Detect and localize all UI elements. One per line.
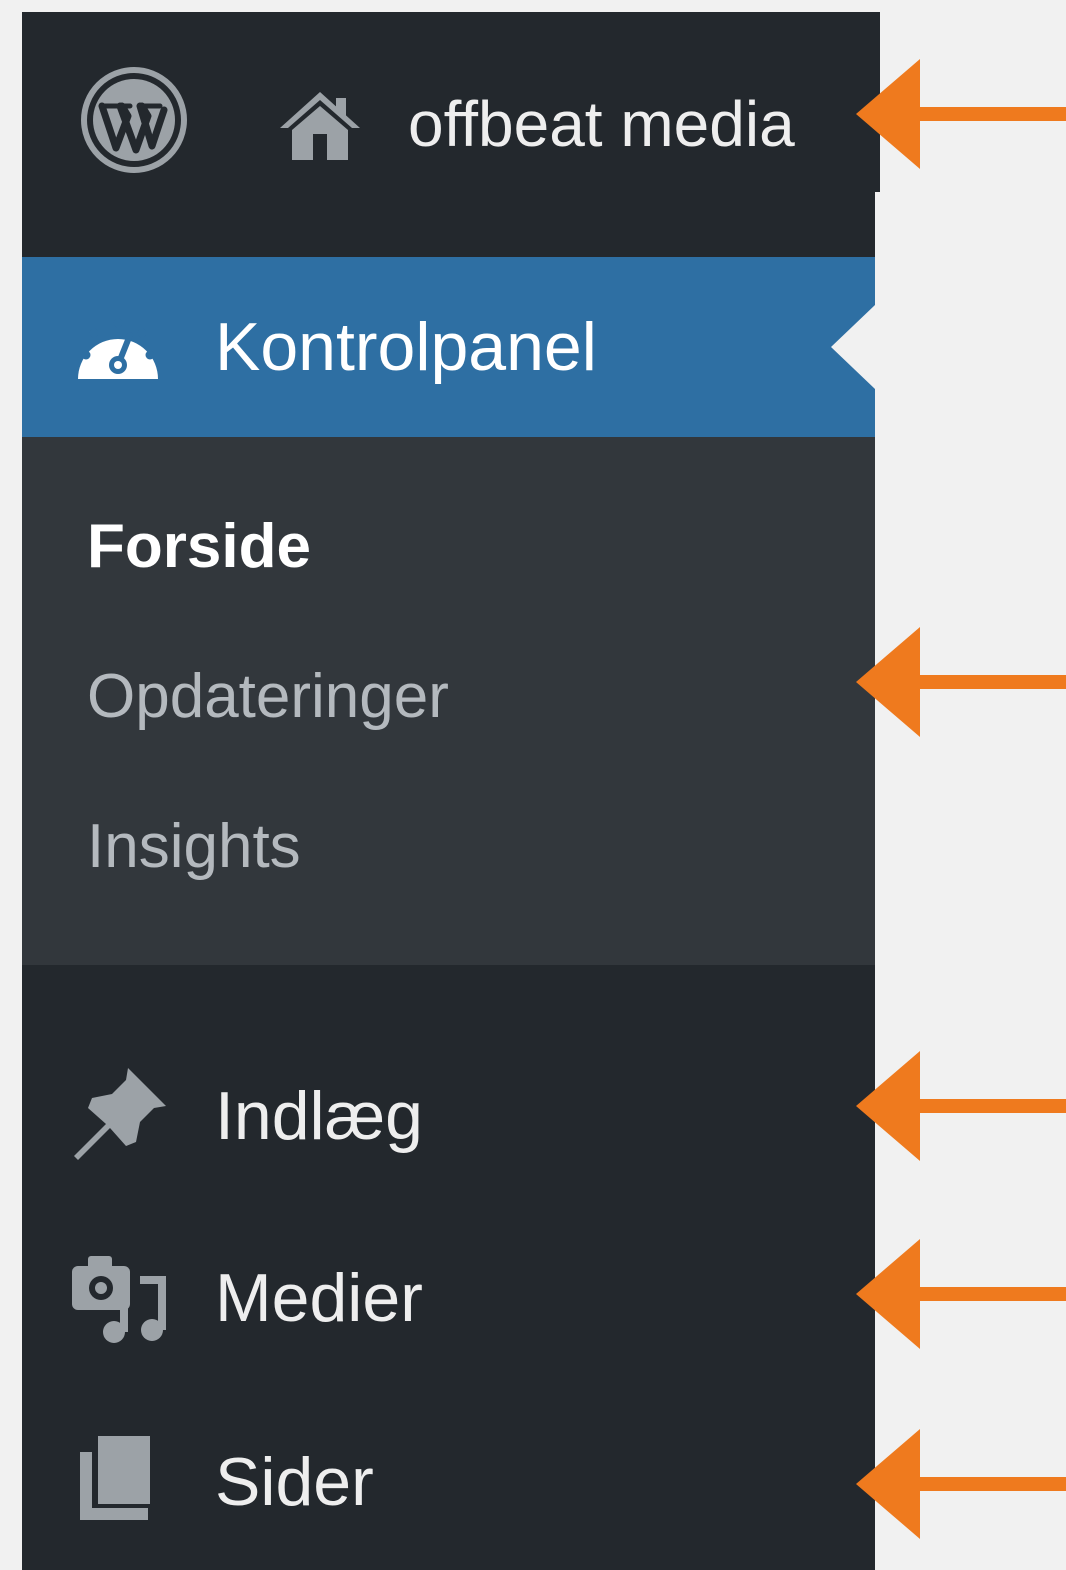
admin-side-menu: Kontrolpanel Forside Opdateringer Insigh… (22, 192, 875, 1570)
submenu-item-opdateringer[interactable]: Opdateringer (87, 659, 449, 735)
menu-item-posts-label: Indlæg (215, 1078, 423, 1154)
submenu-item-forside[interactable]: Forside (87, 509, 311, 585)
menu-item-dashboard[interactable]: Kontrolpanel (22, 257, 875, 437)
dashboard-gauge-icon (78, 318, 158, 379)
media-camera-music-icon (72, 1256, 166, 1343)
dashboard-submenu: Forside Opdateringer Insights (22, 437, 875, 965)
arrow-left-icon (856, 59, 1066, 169)
menu-item-media-label: Medier (215, 1260, 423, 1336)
arrow-left-icon (856, 1429, 1066, 1539)
home-icon[interactable] (278, 88, 362, 162)
menu-item-posts[interactable]: Indlæg (22, 1042, 875, 1192)
current-item-indicator (831, 305, 875, 389)
wordpress-logo-icon[interactable] (80, 66, 188, 174)
site-name-link[interactable]: offbeat media (408, 84, 795, 164)
arrow-left-icon (856, 1239, 1066, 1349)
submenu-item-insights[interactable]: Insights (87, 809, 301, 885)
pushpin-icon (74, 1068, 166, 1160)
menu-item-pages-label: Sider (215, 1444, 374, 1520)
menu-item-media[interactable]: Medier (22, 1222, 875, 1372)
arrow-left-icon (856, 627, 1066, 737)
pages-icon (80, 1436, 150, 1520)
admin-bar: offbeat media (22, 12, 880, 192)
arrow-left-icon (856, 1051, 1066, 1161)
menu-item-dashboard-label: Kontrolpanel (215, 309, 597, 385)
menu-item-pages[interactable]: Sider (22, 1404, 875, 1554)
